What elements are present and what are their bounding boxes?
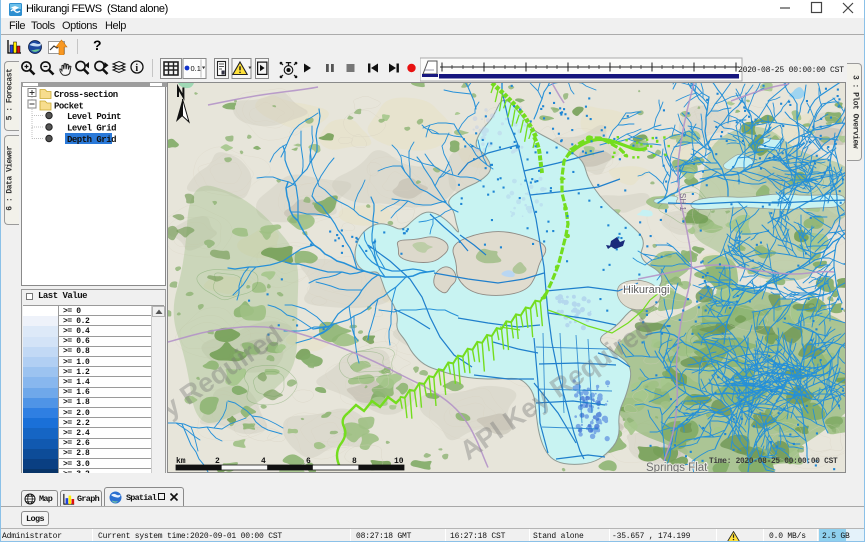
- svg-text:0.1: 0.1: [191, 64, 201, 73]
- svg-text:Level Point: Level Point: [67, 112, 121, 122]
- svg-text:i: i: [135, 63, 138, 74]
- svg-text:2020-08-25 00:00:00 CST: 2020-08-25 00:00:00 CST: [738, 66, 844, 75]
- svg-text:Pocket: Pocket: [54, 102, 84, 112]
- svg-text:Level Grid: Level Grid: [67, 124, 116, 134]
- svg-text:2: 2: [215, 457, 220, 466]
- svg-text:Depth Grid: Depth Grid: [67, 135, 116, 145]
- svg-text:6: 6: [306, 457, 311, 466]
- svg-text:4: 4: [261, 457, 266, 466]
- svg-text:Time: 2020-08-25 00:00:00 CST: Time: 2020-08-25 00:00:00 CST: [709, 458, 838, 466]
- svg-text:Cross-section: Cross-section: [54, 90, 118, 100]
- svg-text:km: km: [176, 457, 186, 466]
- svg-text:SH 1: SH 1: [678, 193, 687, 211]
- svg-text:Springs Flat: Springs Flat: [646, 462, 708, 472]
- svg-text:8: 8: [352, 457, 357, 466]
- svg-text:Hikurangi: Hikurangi: [623, 284, 669, 296]
- svg-text:10: 10: [394, 457, 404, 466]
